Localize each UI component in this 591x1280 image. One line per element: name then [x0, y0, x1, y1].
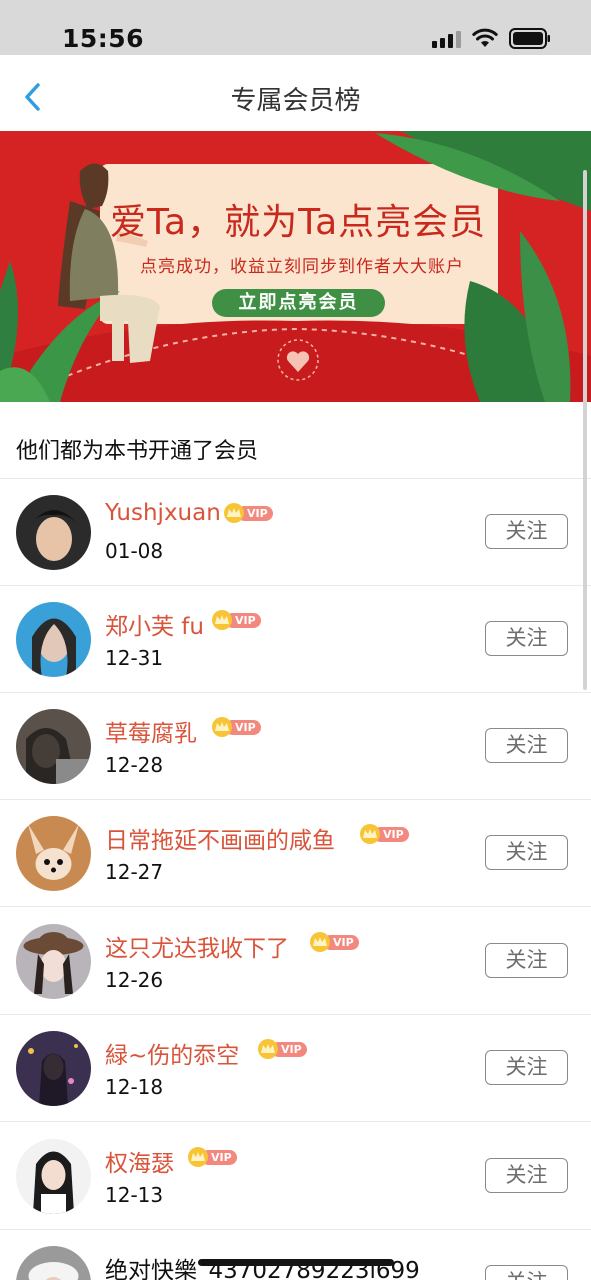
battery-icon	[509, 28, 550, 49]
vip-badge: VIP	[188, 1147, 238, 1167]
list-item[interactable]: Yushjxuan VIP 01-08 关注	[0, 479, 591, 586]
follow-button[interactable]: 关注	[485, 835, 568, 870]
follow-button[interactable]: 关注	[485, 1158, 568, 1193]
crown-icon	[212, 610, 232, 630]
user-name[interactable]: 緑~伤的忝空	[105, 1036, 239, 1070]
join-date: 01-08	[105, 539, 164, 563]
follow-button[interactable]: 关注	[485, 943, 568, 978]
avatar[interactable]	[16, 602, 91, 677]
vip-badge: VIP	[212, 610, 262, 630]
activate-membership-button[interactable]: 立即点亮会员	[212, 289, 385, 317]
user-name[interactable]: 这只尤达我收下了	[105, 929, 289, 963]
join-date: 12-31	[105, 646, 164, 670]
join-date: 12-28	[105, 753, 164, 777]
crown-icon	[258, 1039, 278, 1059]
avatar[interactable]	[16, 495, 91, 570]
follow-button[interactable]: 关注	[485, 728, 568, 763]
user-name[interactable]: Yushjxuan	[105, 500, 221, 526]
list-item[interactable]: 緑~伤的忝空 VIP 12-18 关注	[0, 1015, 591, 1122]
crown-icon	[212, 717, 232, 737]
list-item[interactable]: 日常拖延不画画的咸鱼 VIP 12-27 关注	[0, 800, 591, 907]
row-divider	[0, 906, 591, 907]
avatar[interactable]	[16, 924, 91, 999]
vip-badge: VIP	[310, 932, 360, 952]
scrollbar[interactable]	[583, 170, 587, 690]
user-name[interactable]: 日常拖延不画画的咸鱼	[105, 821, 335, 855]
crown-icon	[224, 503, 244, 523]
section-title: 他们都为本书开通了会员	[16, 439, 259, 464]
list-item[interactable]: 权海瑟 VIP 12-13 关注	[0, 1123, 591, 1230]
status-bar: 15:56	[0, 0, 591, 55]
promo-banner[interactable]: 爱Ta，就为Ta点亮会员 点亮成功，收益立刻同步到作者大大账户 立即点亮会员	[0, 131, 591, 402]
crown-icon	[360, 824, 380, 844]
follow-button[interactable]: 关注	[485, 1050, 568, 1085]
list-item[interactable]: 绝对快樂_43702789223l699 关注	[0, 1230, 591, 1280]
follow-button[interactable]: 关注	[485, 1265, 568, 1280]
page-title: 专属会员榜	[230, 86, 361, 116]
user-name[interactable]: 草莓腐乳	[105, 714, 197, 748]
vip-badge: VIP	[212, 717, 262, 737]
avatar[interactable]	[16, 709, 91, 784]
crown-icon	[310, 932, 330, 952]
nav-bar: 专属会员榜	[0, 55, 591, 133]
vip-badge: VIP	[224, 503, 274, 523]
home-indicator	[198, 1259, 394, 1266]
join-date: 12-26	[105, 968, 164, 992]
list-item[interactable]: 这只尤达我收下了 VIP 12-26 关注	[0, 908, 591, 1015]
banner-title: 爱Ta，就为Ta点亮会员	[110, 202, 487, 243]
avatar[interactable]	[16, 1246, 91, 1280]
vip-badge: VIP	[360, 824, 410, 844]
list-item[interactable]: 郑小芙 fu VIP 12-31 关注	[0, 586, 591, 693]
join-date: 12-18	[105, 1075, 164, 1099]
avatar[interactable]	[16, 1031, 91, 1106]
vip-badge: VIP	[258, 1039, 308, 1059]
crown-icon	[188, 1147, 208, 1167]
signal-icon	[432, 31, 461, 48]
list-item[interactable]: 草莓腐乳 VIP 12-28 关注	[0, 693, 591, 800]
wifi-icon	[472, 28, 498, 47]
join-date: 12-27	[105, 860, 164, 884]
user-name[interactable]: 权海瑟	[105, 1144, 174, 1178]
follow-button[interactable]: 关注	[485, 514, 568, 549]
join-date: 12-13	[105, 1183, 164, 1207]
banner-subtitle: 点亮成功，收益立刻同步到作者大大账户	[140, 257, 464, 277]
row-divider	[0, 1121, 591, 1122]
status-time: 15:56	[62, 24, 145, 53]
avatar[interactable]	[16, 1139, 91, 1214]
avatar[interactable]	[16, 816, 91, 891]
user-name[interactable]: 郑小芙 fu	[105, 607, 204, 641]
follow-button[interactable]: 关注	[485, 621, 568, 656]
